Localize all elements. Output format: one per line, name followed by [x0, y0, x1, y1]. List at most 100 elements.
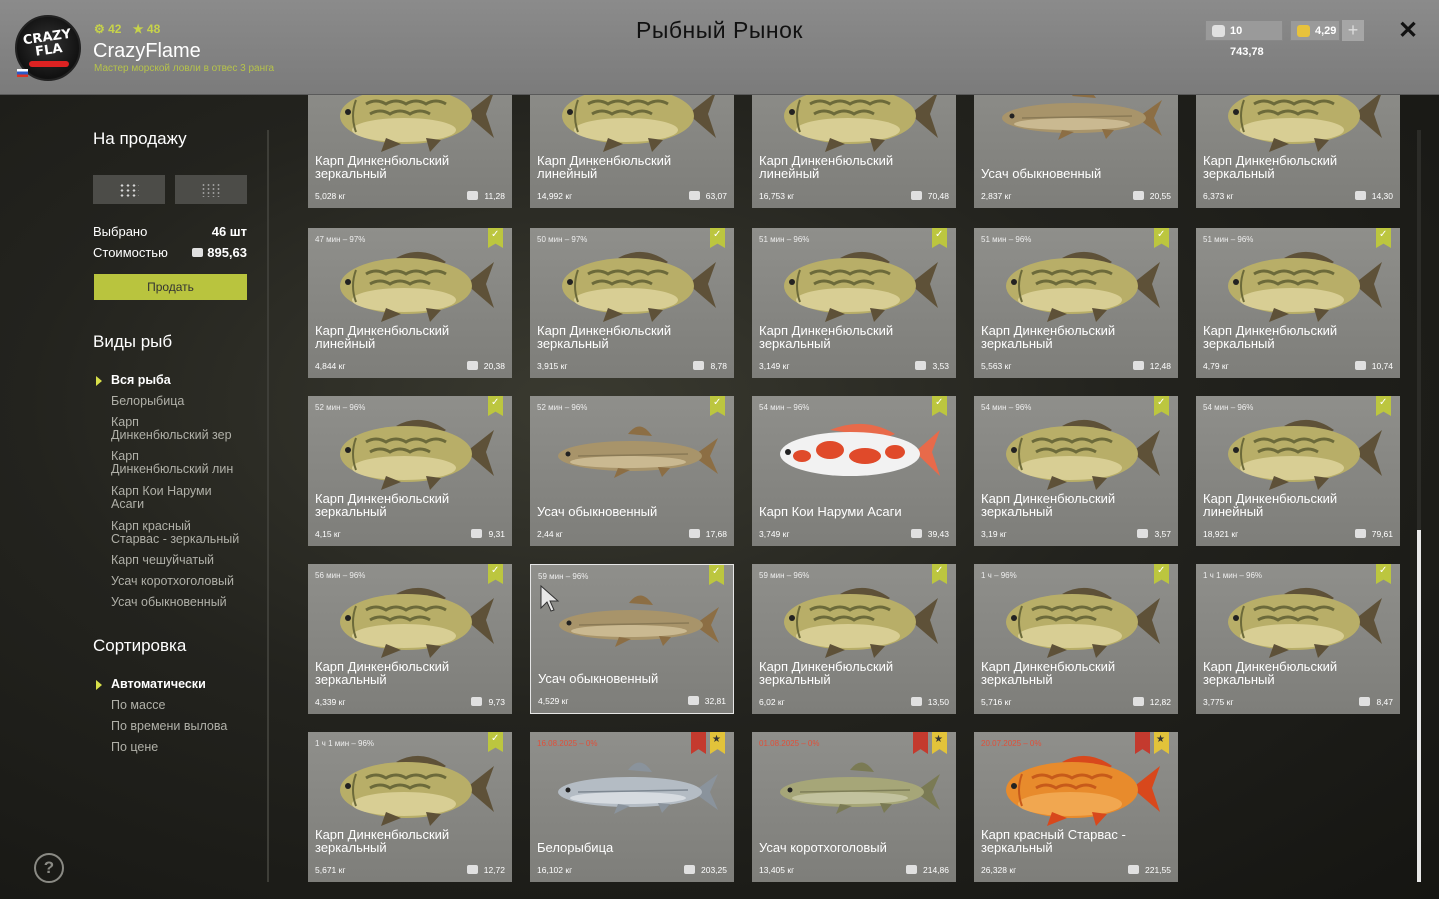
fish-price: 12,48 [1132, 361, 1171, 371]
catch-time-label: 50 мин – 97% [537, 235, 588, 244]
fish-card[interactable]: 54 мин – 96% Карп Кои Наруми Асаги 3,749 к… [752, 396, 956, 546]
species-filter-item[interactable]: Карп чешуйчатый [111, 554, 214, 567]
fish-name: Карп Динкенбюльский зеркальный [537, 323, 672, 351]
fish-price: 70,48 [910, 191, 949, 201]
silver-coin-icon [1128, 865, 1139, 874]
fish-card[interactable]: 56 мин – 96% Карп Динкенбюльский зеркальн… [308, 564, 512, 714]
help-icon[interactable]: ? [34, 853, 64, 883]
price-value: 13,50 [927, 697, 949, 707]
price-value: 203,25 [701, 865, 727, 875]
silver-coin-icon [693, 361, 705, 370]
species-filter-item[interactable]: Усач обыкновенный [111, 596, 227, 609]
fish-weight: 5,563 кг [981, 361, 1012, 371]
gold-coin-icon [1297, 25, 1310, 37]
carp-fish-image [784, 587, 938, 658]
catch-time-label: 51 мин – 96% [1203, 235, 1254, 244]
carp-fish-image [562, 95, 716, 152]
sell-button[interactable]: Продать [94, 274, 247, 300]
fish-price: 221,55 [1128, 865, 1171, 875]
fish-price: 79,61 [1354, 529, 1393, 539]
fish-weight: 6,02 кг [759, 697, 785, 707]
scrollbar-thumb[interactable] [1417, 530, 1421, 882]
species-filter-item[interactable]: Усач коротхоголовый [111, 575, 234, 588]
silver-coin-icon [1132, 697, 1144, 706]
fish-name: Карп красный Старвас - зеркальный [981, 827, 1126, 855]
fish-card[interactable]: 59 мин – 96% Карп Динкенбюльский зеркальн… [752, 564, 956, 714]
add-gold-button[interactable]: + [1342, 20, 1364, 41]
fish-weight: 26,328 кг [981, 865, 1017, 875]
mouse-cursor-icon [540, 584, 560, 612]
fish-weight: 16,102 кг [537, 865, 573, 875]
price-value: 12,72 [483, 865, 505, 875]
silver-amount: 10 743,78 [1230, 25, 1264, 58]
silver-coin-icon [1354, 529, 1366, 538]
fish-weight: 5,028 кг [315, 191, 346, 201]
fish-card[interactable]: Карп Динкенбюльский линейный 16,753 кг 70,… [752, 95, 956, 208]
fish-card[interactable]: 1 ч – 96% Карп Динкенбюльский зеркальный 5… [974, 564, 1178, 714]
fish-price: 8,47 [1359, 697, 1393, 707]
fish-card[interactable]: 51 мин – 96% Карп Динкенбюльский зеркальн… [974, 228, 1178, 378]
sort-option-item[interactable]: По массе [111, 699, 165, 712]
fish-card[interactable]: 50 мин – 97% Карп Динкенбюльский зеркальн… [530, 228, 734, 378]
barbel-fish-image [559, 595, 719, 647]
species-filter-item[interactable]: Карп Кои Наруми Асаги [111, 485, 212, 511]
sort-option-item[interactable]: По времени вылова [111, 720, 227, 733]
species-title: Виды рыб [93, 332, 173, 351]
fish-weight: 3,19 кг [981, 529, 1007, 539]
close-button[interactable]: ✕ [1398, 16, 1418, 45]
fish-card[interactable]: 54 мин – 96% Карп Динкенбюльский зеркальн… [974, 396, 1178, 546]
fish-name: Карп Динкенбюльский зеркальный [759, 659, 894, 687]
price-value: 39,43 [927, 529, 949, 539]
whitefish-fish-image [558, 762, 718, 814]
carp-fish-image [1228, 587, 1382, 658]
sort-option-item[interactable]: По цене [111, 741, 158, 754]
catch-time-label: 16.08.2025 – 0% [537, 739, 598, 748]
small-grid-view-button[interactable] [175, 175, 247, 204]
fish-price: 63,07 [688, 191, 727, 201]
fish-weight: 3,775 кг [1203, 697, 1234, 707]
fish-card[interactable]: 01.08.2025 – 0% Усач коротхоголовый 13,405… [752, 732, 956, 882]
fish-card[interactable]: 1 ч 1 мин – 96% Карп Динкенбюльский зерка… [1196, 564, 1400, 714]
fish-card[interactable]: 51 мин – 96% Карп Динкенбюльский зеркальн… [1196, 228, 1400, 378]
fish-weight: 2,44 кг [537, 529, 563, 539]
species-filter-item[interactable]: Вся рыба [111, 374, 171, 387]
large-grid-view-button[interactable] [93, 175, 165, 204]
fish-card[interactable]: 54 мин – 96% Карп Динкенбюльский линейный… [1196, 396, 1400, 546]
fish-card[interactable]: 16.08.2025 – 0% Белорыбица 16,102 кг 203,25 [530, 732, 734, 882]
price-value: 32,81 [704, 696, 726, 706]
silver-balance: 10 743,78 [1205, 20, 1283, 58]
silver-coin-icon [915, 361, 927, 370]
fish-card[interactable]: 52 мин – 96% Усач обыкновенный 2,44 кг 17,6… [530, 396, 734, 546]
fish-name: Карп Динкенбюльский линейный [1203, 491, 1338, 519]
fish-card[interactable]: 51 мин – 96% Карп Динкенбюльский зеркальн… [752, 228, 956, 378]
price-value: 14,30 [1371, 191, 1393, 201]
catch-time-label: 54 мин – 96% [981, 403, 1032, 412]
species-filter-item[interactable]: Карп Динкенбюльский зер [111, 416, 232, 442]
fish-price: 20,38 [466, 361, 505, 371]
silver-coin-icon [1354, 361, 1366, 370]
sort-option-item[interactable]: Автоматически [111, 678, 206, 691]
fish-card[interactable]: 47 мин – 97% Карп Динкенбюльский линейный… [308, 228, 512, 378]
fish-card[interactable]: Карп Динкенбюльский линейный 14,992 кг 63,… [530, 95, 734, 208]
price-value: 63,07 [705, 191, 727, 201]
price-value: 10,74 [1371, 361, 1393, 371]
silver-coin-icon [684, 865, 695, 874]
fish-card[interactable]: Карп Динкенбюльский зеркальный 6,373 кг 14… [1196, 95, 1400, 208]
species-filter-item[interactable]: Карп Динкенбюльский лин [111, 450, 233, 476]
fish-card[interactable]: 20.07.2025 – 0% Карп красный Старвас - зе… [974, 732, 1178, 882]
cost-value: 895,63 [192, 245, 247, 260]
fish-weight: 4,15 кг [315, 529, 341, 539]
gold-balance: 4,29 [1290, 20, 1340, 41]
species-filter-item[interactable]: Белорыбица [111, 395, 184, 408]
price-value: 17,68 [705, 529, 727, 539]
fish-card[interactable]: 1 ч 1 мин – 96% Карп Динкенбюльский зерка… [308, 732, 512, 882]
avatar-logo-stripe [29, 61, 69, 67]
species-filter-item[interactable]: Карп красный Старвас - зеркальный [111, 520, 239, 546]
fish-card[interactable]: 52 мин – 96% Карп Динкенбюльский зеркальн… [308, 396, 512, 546]
price-value: 12,82 [1149, 697, 1171, 707]
fish-price: 20,55 [1132, 191, 1171, 201]
fish-card[interactable]: Усач обыкновенный 2,837 кг 20,55 [974, 95, 1178, 208]
selected-label: Выбрано [93, 224, 148, 239]
fish-card[interactable]: Карп Динкенбюльский зеркальный 5,028 кг 11… [308, 95, 512, 208]
fish-weight: 3,749 кг [759, 529, 790, 539]
